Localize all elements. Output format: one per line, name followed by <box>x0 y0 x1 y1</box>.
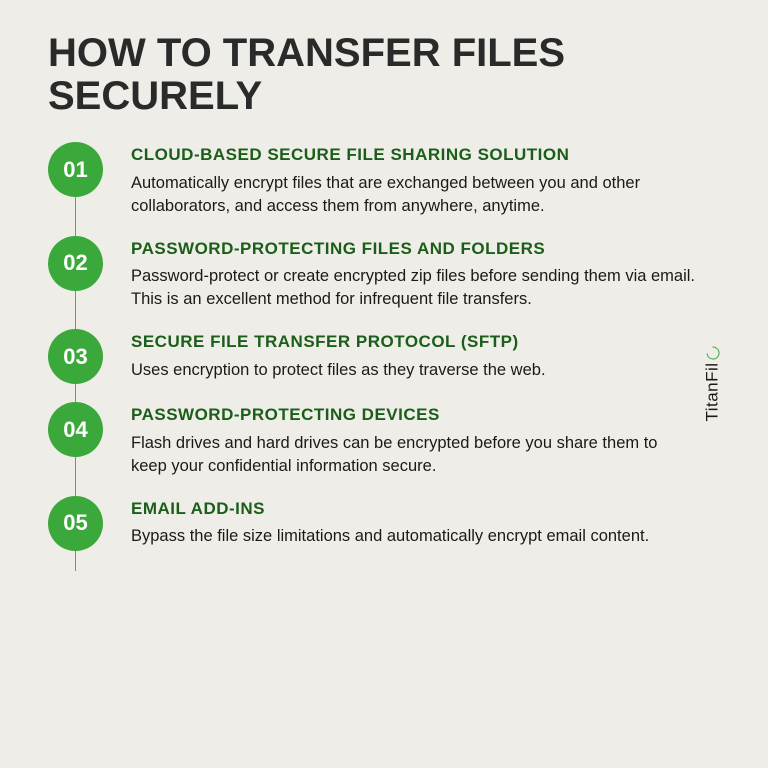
item-content: SECURE FILE TRANSFER PROTOCOL (SFTP) Use… <box>103 329 696 381</box>
step-number-badge: 01 <box>48 142 103 197</box>
item-content: PASSWORD-PROTECTING FILES AND FOLDERS Pa… <box>103 236 696 311</box>
item-heading: CLOUD-BASED SECURE FILE SHARING SOLUTION <box>131 144 696 165</box>
brand-watermark: TitanFil <box>702 346 722 421</box>
item-content: PASSWORD-PROTECTING DEVICES Flash drives… <box>103 402 696 477</box>
item-body: Password-protect or create encrypted zip… <box>131 265 696 311</box>
item-heading: EMAIL ADD-INS <box>131 498 696 519</box>
timeline: 01 CLOUD-BASED SECURE FILE SHARING SOLUT… <box>48 142 696 550</box>
list-item: 02 PASSWORD-PROTECTING FILES AND FOLDERS… <box>76 236 696 311</box>
item-body: Automatically encrypt files that are exc… <box>131 172 696 218</box>
page-container: HOW TO TRANSFER FILES SECURELY 01 CLOUD-… <box>0 0 768 589</box>
item-content: EMAIL ADD-INS Bypass the file size limit… <box>103 496 696 548</box>
step-number-badge: 04 <box>48 402 103 457</box>
list-item: 03 SECURE FILE TRANSFER PROTOCOL (SFTP) … <box>76 329 696 384</box>
step-number-badge: 02 <box>48 236 103 291</box>
step-number-badge: 03 <box>48 329 103 384</box>
swirl-icon <box>703 344 721 362</box>
brand-label: TitanFil <box>702 362 722 421</box>
list-item: 04 PASSWORD-PROTECTING DEVICES Flash dri… <box>76 402 696 477</box>
page-title: HOW TO TRANSFER FILES SECURELY <box>48 32 696 118</box>
item-body: Uses encryption to protect files as they… <box>131 359 696 382</box>
item-heading: PASSWORD-PROTECTING FILES AND FOLDERS <box>131 238 696 259</box>
item-content: CLOUD-BASED SECURE FILE SHARING SOLUTION… <box>103 142 696 217</box>
item-body: Flash drives and hard drives can be encr… <box>131 432 696 478</box>
step-number-badge: 05 <box>48 496 103 551</box>
item-heading: PASSWORD-PROTECTING DEVICES <box>131 404 696 425</box>
list-item: 01 CLOUD-BASED SECURE FILE SHARING SOLUT… <box>76 142 696 217</box>
item-heading: SECURE FILE TRANSFER PROTOCOL (SFTP) <box>131 331 696 352</box>
list-item: 05 EMAIL ADD-INS Bypass the file size li… <box>76 496 696 551</box>
item-body: Bypass the file size limitations and aut… <box>131 525 696 548</box>
